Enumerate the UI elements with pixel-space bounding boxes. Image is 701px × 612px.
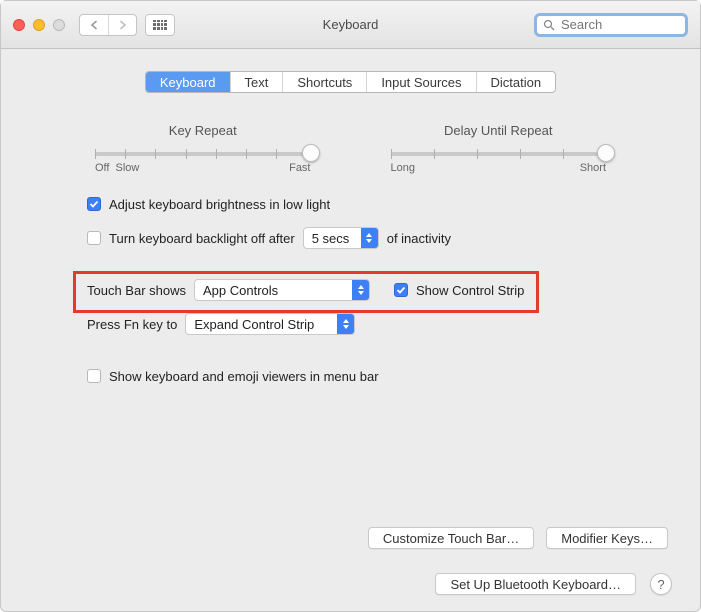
minimize-icon[interactable] bbox=[33, 19, 45, 31]
close-icon[interactable] bbox=[13, 19, 25, 31]
stepper-icon bbox=[337, 314, 354, 334]
controlstrip-checkbox[interactable] bbox=[394, 283, 408, 297]
menubar-label: Show keyboard and emoji viewers in menu … bbox=[109, 369, 379, 384]
brightness-label: Adjust keyboard brightness in low light bbox=[109, 197, 330, 212]
nav-buttons bbox=[79, 14, 137, 36]
button-row-1: Customize Touch Bar… Modifier Keys… bbox=[368, 527, 668, 549]
scale-fast: Fast bbox=[289, 162, 310, 174]
tabs: Keyboard Text Shortcuts Input Sources Di… bbox=[25, 71, 676, 93]
touchbar-select[interactable]: App Controls bbox=[194, 279, 370, 301]
body: Keyboard Text Shortcuts Input Sources Di… bbox=[1, 49, 700, 402]
touchbar-label: Touch Bar shows bbox=[87, 283, 186, 298]
key-repeat-group: Key Repeat Off Slow Fast bbox=[95, 123, 311, 174]
scale-off: Off bbox=[95, 162, 109, 174]
options: Adjust keyboard brightness in low light … bbox=[87, 192, 676, 388]
button-row-2: Set Up Bluetooth Keyboard… ? bbox=[435, 573, 672, 595]
tab-input-sources[interactable]: Input Sources bbox=[366, 72, 475, 92]
fn-label: Press Fn key to bbox=[87, 317, 177, 332]
delay-label: Delay Until Repeat bbox=[391, 123, 607, 138]
customize-touchbar-button[interactable]: Customize Touch Bar… bbox=[368, 527, 534, 549]
backlight-label-post: of inactivity bbox=[387, 231, 451, 246]
forward-button[interactable] bbox=[108, 15, 136, 35]
backlight-label-pre: Turn keyboard backlight off after bbox=[109, 231, 295, 246]
search-icon bbox=[543, 19, 555, 31]
modifier-keys-button[interactable]: Modifier Keys… bbox=[546, 527, 668, 549]
prefs-window: Keyboard Keyboard Text Shortcuts Input S… bbox=[0, 0, 701, 612]
show-all-button[interactable] bbox=[145, 14, 175, 36]
backlight-time-value: 5 secs bbox=[312, 231, 350, 246]
back-button[interactable] bbox=[80, 15, 108, 35]
scale-short: Short bbox=[580, 162, 606, 174]
controlstrip-label: Show Control Strip bbox=[416, 283, 524, 298]
bluetooth-keyboard-button[interactable]: Set Up Bluetooth Keyboard… bbox=[435, 573, 636, 595]
scale-slow: Slow bbox=[115, 162, 139, 174]
tab-text[interactable]: Text bbox=[230, 72, 283, 92]
fn-value: Expand Control Strip bbox=[194, 317, 314, 332]
search-field[interactable] bbox=[534, 13, 688, 37]
sliders: Key Repeat Off Slow Fast Delay Until Repe… bbox=[95, 123, 606, 174]
menubar-checkbox[interactable] bbox=[87, 369, 101, 383]
touchbar-value: App Controls bbox=[203, 283, 278, 298]
delay-slider[interactable] bbox=[391, 152, 607, 156]
tab-dictation[interactable]: Dictation bbox=[476, 72, 556, 92]
help-button[interactable]: ? bbox=[650, 573, 672, 595]
backlight-time-select[interactable]: 5 secs bbox=[303, 227, 379, 249]
backlight-checkbox[interactable] bbox=[87, 231, 101, 245]
fn-select[interactable]: Expand Control Strip bbox=[185, 313, 355, 335]
search-input[interactable] bbox=[559, 16, 679, 33]
brightness-checkbox[interactable] bbox=[87, 197, 101, 211]
scale-long: Long bbox=[391, 162, 415, 174]
zoom-icon bbox=[53, 19, 65, 31]
tab-shortcuts[interactable]: Shortcuts bbox=[282, 72, 366, 92]
traffic-lights bbox=[13, 19, 65, 31]
stepper-icon bbox=[352, 280, 369, 300]
titlebar: Keyboard bbox=[1, 1, 700, 49]
delay-group: Delay Until Repeat Long Short bbox=[391, 123, 607, 174]
stepper-icon bbox=[361, 228, 378, 248]
tab-keyboard[interactable]: Keyboard bbox=[146, 72, 230, 92]
grid-icon bbox=[153, 20, 167, 30]
key-repeat-label: Key Repeat bbox=[95, 123, 311, 138]
key-repeat-slider[interactable] bbox=[95, 152, 311, 156]
